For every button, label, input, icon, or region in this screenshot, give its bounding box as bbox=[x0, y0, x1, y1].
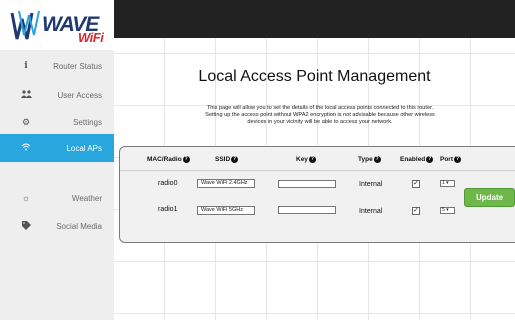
sidebar-item-weather[interactable]: ☼ Weather bbox=[0, 184, 114, 212]
help-icon[interactable]: ? bbox=[426, 156, 434, 163]
update-button[interactable]: Update bbox=[464, 188, 515, 207]
description-line: Setting up the access point without WPA2… bbox=[205, 112, 435, 118]
help-icon[interactable]: ? bbox=[231, 156, 239, 163]
header-mac-radio: MAC/Radio? bbox=[147, 156, 190, 164]
type-value: Internal bbox=[359, 208, 383, 215]
access-point-table: MAC/Radio? SSID? Key? Type? Enabled? Por… bbox=[119, 146, 515, 243]
description-line: This page will allow you to set the deta… bbox=[206, 105, 434, 111]
help-icon[interactable]: ? bbox=[373, 156, 381, 163]
help-icon[interactable]: ? bbox=[182, 156, 190, 163]
header-ssid: SSID? bbox=[215, 156, 239, 164]
port-select[interactable]: 5 ▾ bbox=[440, 207, 455, 214]
sidebar-item-label: Local APs bbox=[66, 143, 102, 153]
sidebar-item-settings[interactable]: ⚙ Settings bbox=[0, 108, 114, 136]
help-icon[interactable]: ? bbox=[454, 156, 461, 163]
radio-name: radio0 bbox=[158, 180, 178, 187]
header-type: Type? bbox=[358, 156, 381, 164]
gears-icon: ⚙ bbox=[21, 116, 31, 127]
ssid-input[interactable]: Wave WiFi 2.4GHz bbox=[197, 179, 255, 188]
enabled-checkbox[interactable]: ✓ bbox=[412, 207, 420, 215]
enabled-checkbox[interactable]: ✓ bbox=[412, 180, 420, 188]
sidebar-item-label: Social Media bbox=[56, 221, 102, 231]
sidebar-item-label: User Access bbox=[57, 90, 102, 100]
description-line: devices in your vicinity will be able to… bbox=[247, 119, 393, 125]
sidebar: i Router Status User Access ⚙ Settings L… bbox=[0, 50, 114, 320]
sun-icon: ☼ bbox=[21, 193, 31, 203]
page-description: This page will allow you to set the deta… bbox=[175, 105, 465, 126]
sidebar-item-router-status[interactable]: i Router Status bbox=[0, 52, 114, 80]
sidebar-item-social-media[interactable]: Social Media bbox=[0, 212, 114, 240]
users-icon bbox=[20, 90, 32, 100]
help-icon[interactable]: ? bbox=[308, 156, 316, 163]
type-value: Internal bbox=[359, 181, 383, 188]
top-bar bbox=[114, 0, 515, 38]
table-header: MAC/Radio? SSID? Key? Type? Enabled? Por… bbox=[120, 147, 515, 171]
header-port: Port? bbox=[440, 156, 461, 164]
wave-logo-icon bbox=[10, 10, 40, 40]
key-input[interactable] bbox=[278, 206, 336, 214]
key-input[interactable] bbox=[278, 180, 336, 188]
sidebar-item-local-aps[interactable]: Local APs bbox=[0, 134, 114, 162]
wave-wifi-logo[interactable]: WAVE WiFi bbox=[0, 0, 114, 50]
sidebar-item-label: Weather bbox=[71, 193, 102, 203]
radio-name: radio1 bbox=[158, 206, 178, 213]
info-icon: i bbox=[24, 61, 28, 71]
sidebar-item-label: Settings bbox=[73, 117, 102, 127]
wifi-icon bbox=[20, 143, 32, 153]
header-key: Key? bbox=[296, 156, 316, 164]
port-select[interactable]: 1 ▾ bbox=[440, 180, 455, 187]
header-enabled: Enabled? bbox=[400, 156, 434, 164]
logo-subtext: WiFi bbox=[78, 30, 104, 45]
sidebar-item-label: Router Status bbox=[53, 61, 102, 71]
tag-icon bbox=[20, 220, 32, 232]
sidebar-item-user-access[interactable]: User Access bbox=[0, 81, 114, 109]
ssid-input[interactable]: Wave WiFi 5GHz bbox=[197, 206, 255, 215]
page-title: Local Access Point Management bbox=[198, 68, 431, 85]
